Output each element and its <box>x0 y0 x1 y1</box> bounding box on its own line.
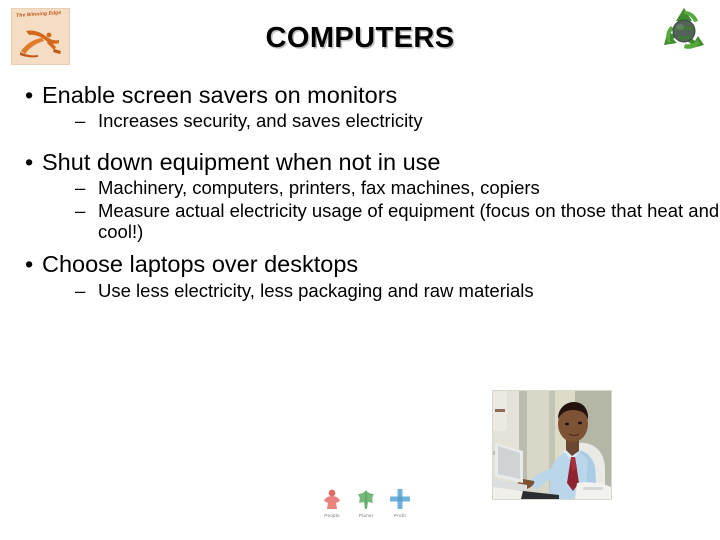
bullet-level1: • Choose laptops over desktops <box>0 251 720 277</box>
man-with-laptop-photo <box>492 390 612 500</box>
bullet-level1-text: Shut down equipment when not in use <box>42 148 441 175</box>
tbl-label-planet: Planet <box>358 513 374 518</box>
runner-figure-icon <box>20 30 61 58</box>
tbl-item-people: People <box>318 488 346 518</box>
slide-canvas: The Winning Edge COMPUTERS • Enable scre… <box>0 0 720 540</box>
dash-marker-icon: – <box>75 110 86 132</box>
tbl-label-profit: Profit <box>394 513 406 518</box>
bullet-level2-text: Machinery, computers, printers, fax mach… <box>98 177 540 199</box>
logo-text: The Winning Edge <box>16 9 62 19</box>
triple-bottom-line-icons: People Planet Profit <box>318 488 414 518</box>
bullet-level1: • Shut down equipment when not in use <box>0 149 720 175</box>
dash-marker-icon: – <box>75 279 86 301</box>
bullet-level2: – Machinery, computers, printers, fax ma… <box>0 177 720 198</box>
slide-body: • Enable screen savers on monitors – Inc… <box>0 82 720 382</box>
bullet-level2-text: Measure actual electricity usage of equi… <box>98 199 720 242</box>
tbl-item-planet: Planet <box>352 488 380 518</box>
person-icon <box>318 488 346 512</box>
bullet-marker-icon: • <box>25 82 34 108</box>
dash-marker-icon: – <box>75 199 86 221</box>
dash-marker-icon: – <box>75 177 86 199</box>
bullet-level2: – Increases security, and saves electric… <box>0 110 720 131</box>
cross-icon <box>386 488 414 512</box>
recycle-globe-icon <box>664 8 704 49</box>
bullet-level2: – Measure actual electricity usage of eq… <box>0 200 720 243</box>
bullet-marker-icon: • <box>25 148 34 175</box>
tbl-label-people: People <box>324 513 340 518</box>
bullet-level1-text: Choose laptops over desktops <box>42 251 359 278</box>
leaf-icon <box>352 488 380 512</box>
bullet-marker-icon: • <box>25 251 34 278</box>
bullet-level2-text: Increases security, and saves electricit… <box>98 110 423 132</box>
tbl-item-profit: Profit <box>386 488 414 518</box>
bullet-level2: – Use less electricity, less packaging a… <box>0 280 720 301</box>
the-winning-edge-logo: The Winning Edge <box>11 8 70 65</box>
bullet-level1-text: Enable screen savers on monitors <box>42 82 398 108</box>
bullet-level2-text: Use less electricity, less packaging and… <box>98 279 534 301</box>
page-title: COMPUTERS <box>265 22 455 54</box>
bullet-level1: • Enable screen savers on monitors <box>0 82 720 108</box>
